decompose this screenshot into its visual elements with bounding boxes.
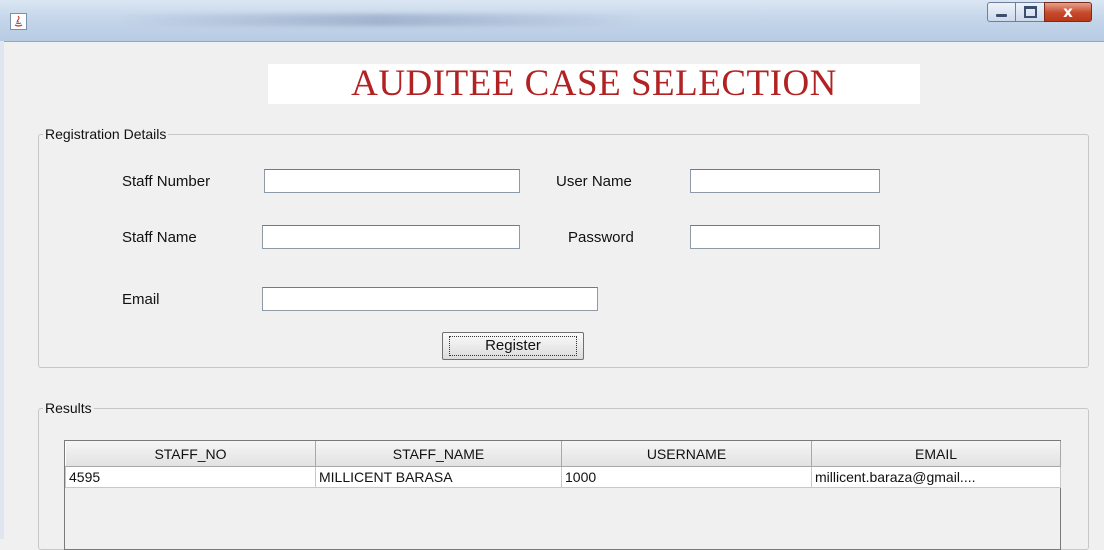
close-button[interactable]: x: [1044, 2, 1092, 22]
minimize-button[interactable]: [987, 2, 1016, 22]
maximize-icon: [1023, 6, 1037, 18]
results-table-container[interactable]: STAFF_NO STAFF_NAME USERNAME EMAIL 4595 …: [64, 440, 1061, 550]
password-label: Password: [568, 229, 634, 246]
email-input[interactable]: [262, 287, 598, 311]
user-name-input[interactable]: [690, 169, 880, 193]
staff-number-input[interactable]: [264, 169, 520, 193]
results-header-row: STAFF_NO STAFF_NAME USERNAME EMAIL: [65, 441, 1061, 467]
column-header-staff-name[interactable]: STAFF_NAME: [315, 441, 562, 467]
staff-name-label: Staff Name: [122, 229, 197, 246]
register-button[interactable]: Register: [442, 332, 584, 360]
password-input[interactable]: [690, 225, 880, 249]
window-title-blurred: [120, 14, 640, 26]
window-left-edge: [0, 41, 4, 539]
email-label: Email: [122, 291, 160, 308]
results-legend: Results: [45, 400, 92, 416]
java-app-icon[interactable]: [10, 13, 27, 30]
maximize-button[interactable]: [1016, 2, 1044, 22]
user-name-label: User Name: [556, 173, 632, 190]
cell-staff-no[interactable]: 4595: [65, 466, 316, 488]
staff-name-input[interactable]: [262, 225, 520, 249]
registration-details-legend: Registration Details: [45, 126, 167, 142]
column-header-username[interactable]: USERNAME: [561, 441, 812, 467]
staff-number-label: Staff Number: [122, 173, 211, 190]
window-controls: x: [987, 2, 1092, 24]
register-button-label: Register: [449, 336, 577, 356]
close-icon: x: [1063, 3, 1073, 21]
minimize-icon: [996, 13, 1007, 17]
results-table: STAFF_NO STAFF_NAME USERNAME EMAIL 4595 …: [65, 441, 1061, 488]
page-title: AUDITEE CASE SELECTION: [268, 64, 920, 104]
column-header-email[interactable]: EMAIL: [811, 441, 1061, 467]
column-header-staff-no[interactable]: STAFF_NO: [65, 441, 316, 467]
window-titlebar[interactable]: x: [0, 0, 1104, 42]
table-row[interactable]: 4595 MILLICENT BARASA 1000 millicent.bar…: [65, 466, 1061, 488]
cell-username[interactable]: 1000: [561, 466, 812, 488]
cell-email[interactable]: millicent.baraza@gmail....: [811, 466, 1061, 488]
cell-staff-name[interactable]: MILLICENT BARASA: [315, 466, 562, 488]
